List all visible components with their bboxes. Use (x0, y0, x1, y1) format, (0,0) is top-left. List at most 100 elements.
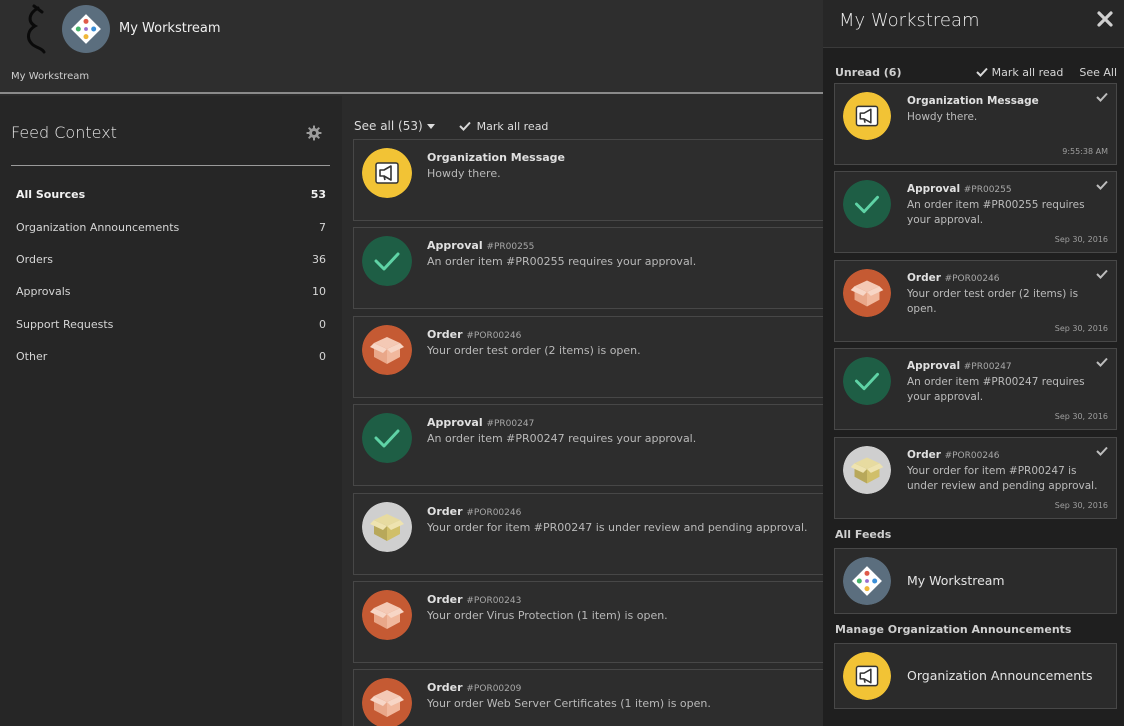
see-all-label: See all (53) (354, 119, 423, 133)
panel-notification-card[interactable]: Approval #PR00255 An order item #PR00255… (834, 171, 1117, 253)
feed-card[interactable]: Order #POR00243 Your order Virus Protect… (353, 581, 833, 663)
source-approvals[interactable]: Approvals 10 (16, 281, 326, 301)
package-icon (362, 678, 412, 726)
panel-mark-all-read-button[interactable]: Mark all read (975, 65, 1064, 79)
unread-count-label: Unread (6) (835, 65, 902, 79)
card-id: #PR00247 (486, 419, 535, 429)
card-body: Your order test order (2 items) is open. (907, 288, 1079, 315)
workstream-icon (843, 557, 891, 605)
megaphone-icon (843, 652, 891, 700)
card-title: Order (427, 328, 463, 341)
package-pending-icon (362, 502, 412, 552)
source-count: 36 (312, 252, 326, 266)
mark-read-check-icon[interactable] (1096, 92, 1108, 102)
card-timestamp: 9:55:38 AM (1062, 147, 1108, 156)
package-icon (362, 590, 412, 640)
card-timestamp: Sep 30, 2016 (1054, 235, 1108, 244)
package-pending-icon (843, 446, 891, 494)
feed-toolbar: See all (53) Mark all read (354, 117, 548, 135)
source-label: Support Requests (16, 317, 114, 331)
mark-read-check-icon[interactable] (1096, 269, 1108, 279)
card-title: Order (907, 272, 941, 284)
card-title: Approval (427, 416, 483, 429)
feed-card[interactable]: Approval #PR00247 An order item #PR00247… (353, 404, 833, 486)
see-all-dropdown[interactable]: See all (53) (354, 119, 435, 133)
panel-see-all-link[interactable]: See All (1079, 66, 1117, 79)
approval-check-icon (362, 413, 412, 463)
card-id: #POR00246 (466, 508, 522, 518)
megaphone-icon (362, 148, 412, 198)
card-title: Order (427, 681, 463, 694)
all-feeds-heading: All Feeds (835, 528, 892, 541)
card-body: Howdy there. (427, 167, 501, 180)
feed-card[interactable]: Order #POR00246 Your order test order (2… (353, 316, 833, 398)
feed-card[interactable]: Organization Message Howdy there. (353, 139, 833, 221)
panel-notification-card[interactable]: Approval #PR00247 An order item #PR00247… (834, 348, 1117, 430)
panel-title: My Workstream (839, 10, 980, 31)
card-id: #POR00209 (466, 684, 522, 694)
check-icon (975, 67, 988, 77)
approval-check-icon (362, 236, 412, 286)
all-feeds-my-workstream[interactable]: My Workstream (834, 548, 1117, 614)
package-icon (843, 269, 891, 317)
card-id: #POR00246 (944, 274, 1000, 284)
card-id: #POR00243 (466, 596, 522, 606)
card-timestamp: Sep 30, 2016 (1054, 501, 1108, 510)
mark-read-check-icon[interactable] (1096, 357, 1108, 367)
breadcrumb[interactable]: My Workstream (11, 71, 89, 82)
card-body: An order item #PR00255 requires your app… (427, 255, 697, 268)
card-id: #POR00246 (944, 451, 1000, 461)
panel-header: My Workstream (823, 0, 1124, 48)
source-all[interactable]: All Sources 53 (16, 184, 326, 204)
mark-read-check-icon[interactable] (1096, 180, 1108, 190)
megaphone-icon (843, 92, 891, 140)
card-id: #PR00255 (963, 185, 1012, 195)
all-feeds-item-label: My Workstream (907, 573, 1005, 588)
card-body: Your order for item #PR00247 is under re… (427, 521, 808, 534)
mark-all-read-label: Mark all read (476, 119, 549, 133)
card-timestamp: Sep 30, 2016 (1054, 324, 1108, 333)
feed-context-sidebar: Feed Context All Sources 53 Organization… (0, 96, 342, 726)
source-other[interactable]: Other 0 (16, 346, 326, 366)
card-body: An order item #PR00247 requires your app… (427, 432, 697, 445)
source-label: Approvals (16, 284, 71, 298)
panel-mark-all-read-label: Mark all read (991, 65, 1064, 79)
source-label: Organization Announcements (16, 220, 180, 234)
gear-icon[interactable] (306, 125, 322, 141)
app-logo-icon[interactable] (18, 4, 52, 56)
manage-announcements-heading: Manage Organization Announcements (835, 623, 1072, 636)
source-count: 0 (319, 317, 326, 331)
card-body: An order item #PR00255 requires your app… (907, 199, 1085, 226)
card-title: Organization Message (907, 95, 1039, 107)
panel-notification-card[interactable]: Order #POR00246 Your order for item #PR0… (834, 437, 1117, 519)
manage-organization-announcements[interactable]: Organization Announcements (834, 643, 1117, 709)
panel-notification-card[interactable]: Order #POR00246 Your order test order (2… (834, 260, 1117, 342)
source-label: Orders (16, 252, 53, 266)
chevron-down-icon (426, 123, 435, 129)
source-count: 0 (319, 349, 326, 363)
feed-card[interactable]: Approval #PR00255 An order item #PR00255… (353, 227, 833, 309)
card-title: Approval (907, 183, 961, 195)
card-body: An order item #PR00247 requires your app… (907, 376, 1085, 403)
feed-card[interactable]: Order #POR00246 Your order for item #PR0… (353, 493, 833, 575)
source-support-requests[interactable]: Support Requests 0 (16, 314, 326, 334)
mark-read-check-icon[interactable] (1096, 446, 1108, 456)
card-title: Approval (427, 239, 483, 252)
workstream-avatar-icon[interactable] (62, 5, 110, 53)
source-count: 53 (310, 187, 326, 201)
app-header: My Workstream My Workstream (0, 0, 823, 94)
package-icon (362, 325, 412, 375)
workstream-panel: My Workstream Unread (6) Mark all read S… (823, 0, 1124, 726)
mark-all-read-button[interactable]: Mark all read (458, 119, 549, 133)
card-body: Your order Web Server Certificates (1 it… (427, 697, 711, 710)
manage-item-label: Organization Announcements (907, 668, 1093, 683)
panel-notification-card[interactable]: Organization Message Howdy there. 9:55:3… (834, 83, 1117, 165)
source-orders[interactable]: Orders 36 (16, 249, 326, 269)
feed-card[interactable]: Order #POR00209 Your order Web Server Ce… (353, 669, 833, 726)
header-title[interactable]: My Workstream (119, 21, 221, 36)
source-organization-announcements[interactable]: Organization Announcements 7 (16, 217, 326, 237)
source-label: Other (16, 349, 48, 363)
approval-check-icon (843, 357, 891, 405)
close-icon[interactable] (1096, 10, 1114, 28)
card-body: Howdy there. (907, 111, 978, 123)
